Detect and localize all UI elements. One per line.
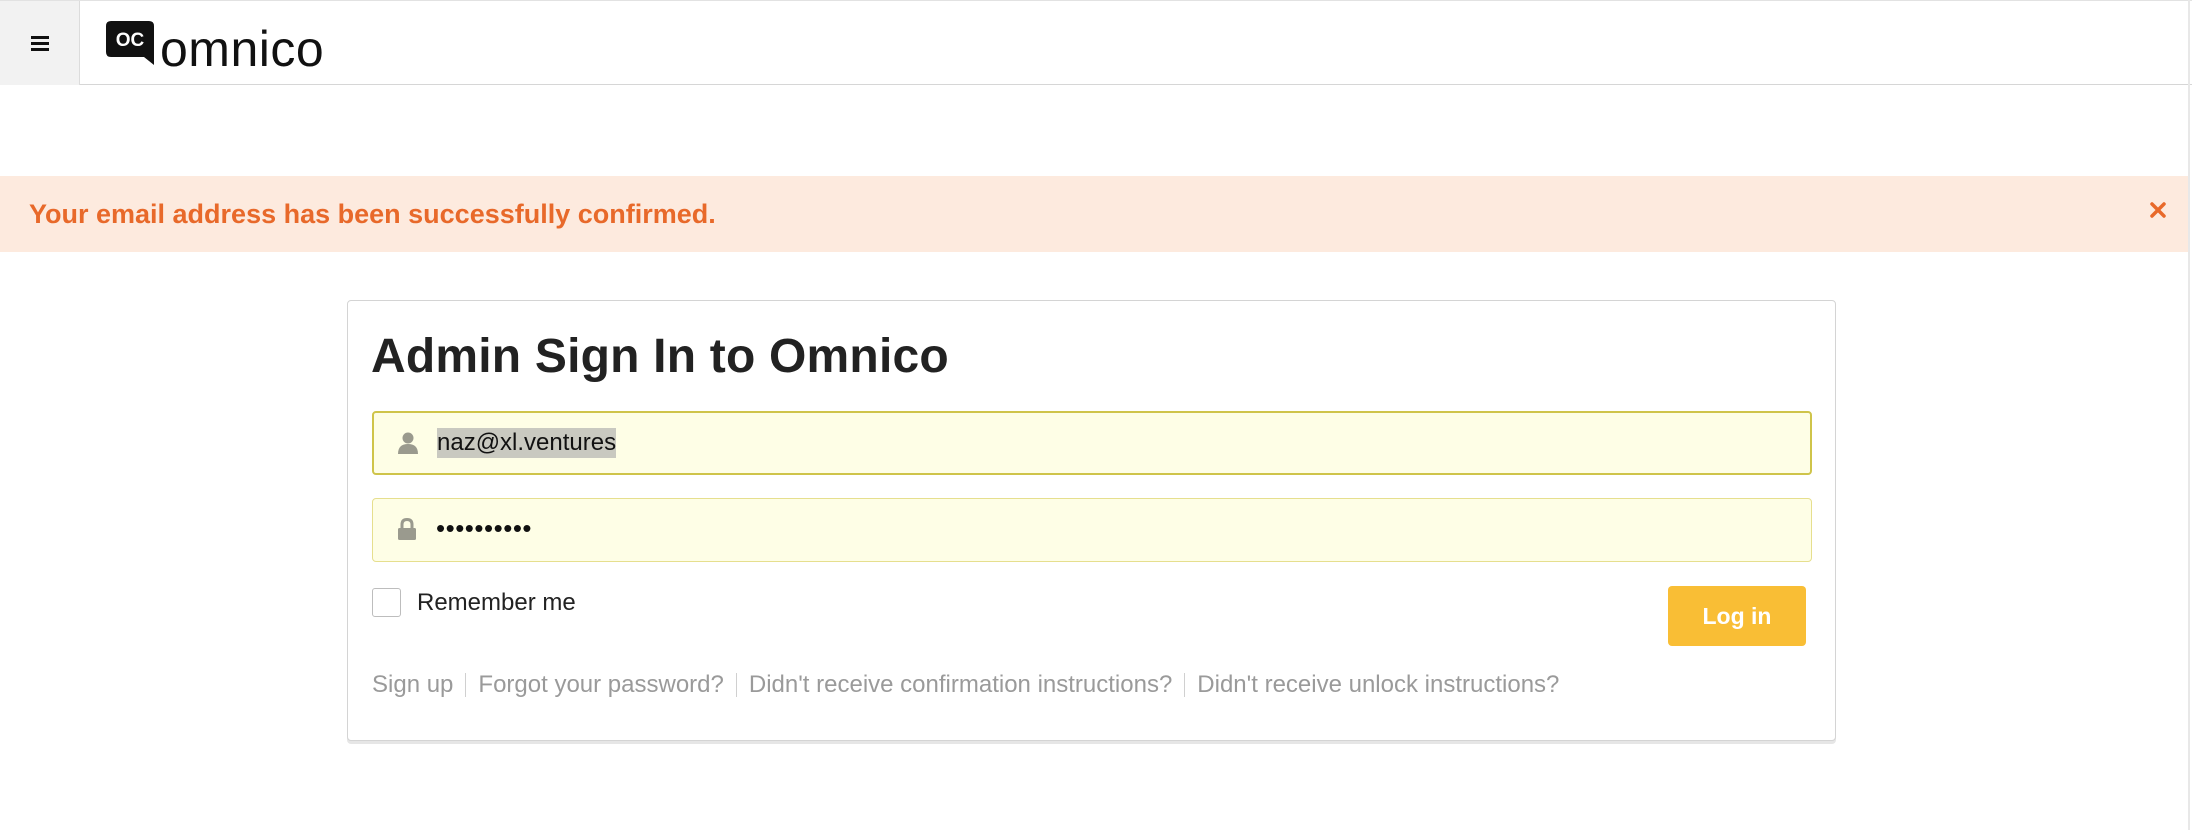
signup-link[interactable]: Sign up — [372, 671, 453, 699]
user-icon — [396, 431, 420, 455]
email-field[interactable]: naz@xl.ventures — [372, 411, 1812, 475]
page: OC omnico Your email address has been su… — [0, 0, 2192, 830]
login-button[interactable]: Log in — [1668, 586, 1806, 646]
resend-confirmation-link[interactable]: Didn't receive confirmation instructions… — [749, 671, 1172, 699]
menu-toggle-button[interactable] — [0, 1, 80, 85]
remember-me-checkbox[interactable] — [372, 588, 401, 617]
remember-me[interactable]: Remember me — [372, 588, 576, 617]
signin-card: Admin Sign In to Omnico naz@xl.ventures … — [347, 300, 1836, 741]
close-icon — [2150, 202, 2166, 218]
resend-unlock-link[interactable]: Didn't receive unlock instructions? — [1197, 671, 1559, 699]
lock-icon — [395, 517, 419, 541]
flash-message: Your email address has been successfully… — [29, 199, 716, 229]
password-value[interactable]: •••••••••• — [436, 513, 532, 544]
link-separator — [465, 673, 467, 697]
remember-me-label: Remember me — [417, 588, 576, 616]
page-title: Admin Sign In to Omnico — [371, 330, 949, 383]
password-field[interactable]: •••••••••• — [372, 498, 1812, 562]
logo-mark-icon: OC — [106, 21, 154, 67]
link-separator — [735, 673, 737, 697]
top-navbar: OC omnico — [0, 0, 2192, 85]
logo-mark-text: OC — [116, 30, 145, 51]
forgot-password-link[interactable]: Forgot your password? — [478, 671, 723, 699]
page-edge-divider — [2188, 0, 2190, 830]
link-separator — [1184, 673, 1186, 697]
email-value[interactable]: naz@xl.ventures — [437, 428, 617, 458]
flash-close-button[interactable] — [2142, 194, 2174, 226]
flash-notice: Your email address has been successfully… — [0, 176, 2188, 252]
logo-text: omnico — [160, 21, 325, 77]
auth-links: Sign up Forgot your password? Didn't rec… — [372, 671, 1559, 699]
hamburger-icon — [30, 35, 49, 51]
omnico-logo[interactable]: OC omnico — [106, 19, 324, 74]
